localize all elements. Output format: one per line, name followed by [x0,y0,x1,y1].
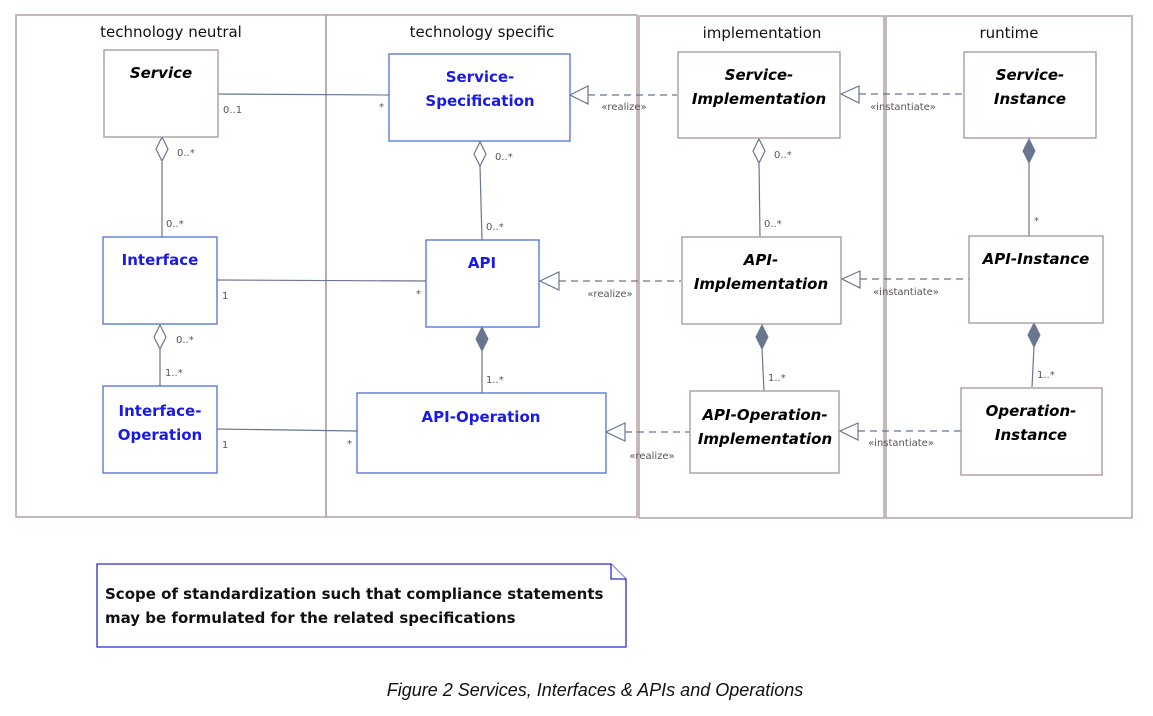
multiplicity-label: 1 [222,291,228,302]
stereotype-label: «realize» [629,451,674,462]
realize-apiopimpl-apiop: «realize» [604,422,690,462]
class-name: Instance [994,90,1066,108]
class-name: Operation- [986,402,1077,420]
class-api-operation-implementation[interactable]: API-Operation- Implementation [689,390,840,474]
class-name: API-Instance [982,250,1090,268]
class-name: API-Operation [422,408,541,426]
multiplicity-label: 0..1 [223,105,242,116]
multiplicity-label: 1..* [486,375,504,386]
class-name: Specification [425,92,534,110]
swimlane-title: runtime [979,24,1038,42]
instantiate-serviceinst-serviceimpl: «instantiate» [839,85,963,113]
multiplicity-label: 1 [222,440,228,451]
aggregation-serviceimpl-apiimpl: 0..* 0..* [752,137,792,238]
swimlane-title: implementation [703,24,822,42]
association-ifop-apiop: 1 [216,428,358,451]
class-service-specification[interactable]: Service- Specification [388,53,571,142]
composition-apiinst-opinst: 1..* [1027,321,1055,388]
standardization-note: Scope of standardization such that compl… [96,563,627,648]
stereotype-label: «realize» [601,102,646,113]
class-name: API [468,254,496,272]
multiplicity-label: 1..* [165,368,183,379]
class-service-instance[interactable]: Service- Instance [963,51,1097,139]
class-name: Service- [996,66,1065,84]
association-service-specification: 0..1 [216,93,390,116]
class-name: Service- [446,68,515,86]
stereotype-label: «instantiate» [873,287,939,298]
stereotype-label: «realize» [587,289,632,300]
note-text: may be formulated for the related specif… [105,609,516,627]
multiplicity-label: * [1034,216,1039,227]
class-service-implementation[interactable]: Service- Implementation [677,51,841,139]
composition-api-apioperation: 1..* [475,325,504,393]
multiplicity-label: 1..* [768,373,786,384]
multiplicity-label: 0..* [495,152,513,163]
multiplicity-label: * [347,439,352,450]
multiplicity-label: 0..* [176,335,194,346]
swimlane-title: technology specific [410,23,555,41]
class-name: API- [743,251,778,269]
class-name: API-Operation- [701,406,827,424]
class-api-operation[interactable]: API-Operation [356,392,607,474]
class-name: Implementation [692,90,826,108]
class-name: Service- [725,66,794,84]
class-service[interactable]: Service [103,49,219,138]
stereotype-label: «instantiate» [870,102,936,113]
class-interface[interactable]: Interface [102,236,218,325]
multiplicity-label: 1..* [1037,370,1055,381]
multiplicity-label: * [379,102,384,113]
uml-diagram: technology neutral technology specific i… [15,14,1133,648]
class-name: Service [130,64,192,82]
stereotype-label: «instantiate» [868,438,934,449]
class-interface-operation[interactable]: Interface- Operation [102,385,218,474]
multiplicity-label: 0..* [774,150,792,161]
multiplicity-label: 0..* [166,219,184,230]
class-name: Operation [118,426,202,444]
note-text: Scope of standardization such that compl… [105,585,604,603]
figure-caption: Figure 2 Services, Interfaces & APIs and… [386,680,804,700]
instantiate-apiinst-apiimpl: «instantiate» [840,270,969,298]
aggregation-service-interface: 0..* 0..* [155,135,195,237]
multiplicity-label: 0..* [764,219,782,230]
realize-apiimpl-api: «realize» [538,271,681,300]
class-operation-instance[interactable]: Operation- Instance [960,387,1103,476]
aggregation-interface-ifop: 0..* 1..* [153,323,194,386]
swimlane-title: technology neutral [100,23,242,41]
class-api[interactable]: API [425,239,540,328]
class-api-implementation[interactable]: API- Implementation [681,236,842,325]
association-interface-api: 1 [216,279,427,302]
aggregation-spec-api: 0..* 0..* [473,140,513,241]
composition-apiimpl-apiopimpl: 1..* [755,323,786,392]
class-name: Interface [122,251,199,269]
multiplicity-label: 0..* [177,148,195,159]
composition-serviceinst-apiinst: * [1022,137,1039,236]
multiplicity-label: * [416,289,421,300]
multiplicity-label: 0..* [486,222,504,233]
instantiate-opinst-apiopimpl: «instantiate» [838,422,961,449]
class-name: Implementation [694,275,828,293]
class-name: Interface- [119,402,202,420]
class-name: Instance [995,426,1067,444]
class-api-instance[interactable]: API-Instance [968,235,1104,324]
realize-serviceimpl-spec: «realize» [568,85,677,113]
class-name: Implementation [698,430,832,448]
